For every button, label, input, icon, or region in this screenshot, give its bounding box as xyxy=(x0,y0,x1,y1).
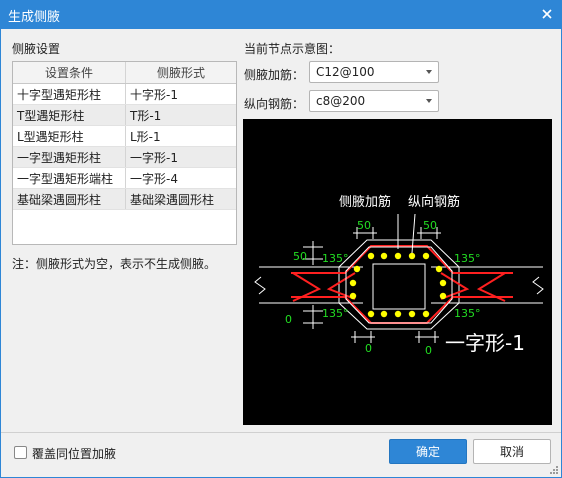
column-header-condition: 设置条件 xyxy=(13,62,126,83)
resize-grip-icon[interactable] xyxy=(549,465,559,475)
dim-0-left: 0 xyxy=(285,313,292,326)
footer-divider xyxy=(1,432,561,433)
cell-form[interactable]: 基础梁遇圆形柱 xyxy=(126,189,236,209)
cell-form[interactable]: 十字形-1 xyxy=(126,84,236,104)
overwrite-checkbox[interactable] xyxy=(14,446,27,459)
chevron-down-icon xyxy=(426,99,432,103)
cancel-button[interactable]: 取消 xyxy=(473,439,551,464)
node-diagram: 侧腋加筋 纵向钢筋 50 50 50 135° 135° 135° 135° 0… xyxy=(243,119,552,425)
dim-50-left: 50 xyxy=(293,250,307,263)
long-rebar-label: 纵向钢筋： xyxy=(244,97,305,111)
side-rebar-select[interactable]: C12@100 xyxy=(309,61,439,83)
table-row[interactable]: L型遇矩形柱 L形-1 xyxy=(13,126,236,147)
label-side-rebar: 侧腋加筋 xyxy=(339,195,392,210)
cell-condition: 一字型遇矩形端柱 xyxy=(13,168,126,188)
cell-condition: 基础梁遇圆形柱 xyxy=(13,189,126,209)
title-bar: 生成侧腋 xyxy=(0,0,562,29)
chevron-down-icon xyxy=(426,70,432,74)
ok-button[interactable]: 确定 xyxy=(389,439,467,464)
side-rebar-label: 侧腋加筋： xyxy=(244,68,305,82)
cell-form[interactable]: 一字形-1 xyxy=(126,147,236,167)
table-header: 设置条件 侧腋形式 xyxy=(13,62,236,84)
dim-0-bottom-right: 0 xyxy=(425,344,432,357)
cell-form[interactable]: 一字形-4 xyxy=(126,168,236,188)
angle-top-right: 135° xyxy=(454,252,481,265)
section-title: 侧腋设置 xyxy=(12,42,61,56)
table-row[interactable]: 一字型遇矩形端柱 一字形-4 xyxy=(13,168,236,189)
cell-condition: T型遇矩形柱 xyxy=(13,105,126,125)
cell-condition: 一字型遇矩形柱 xyxy=(13,147,126,167)
long-rebar-value: c8@200 xyxy=(316,94,366,108)
rule-table: 设置条件 侧腋形式 十字型遇矩形柱 十字形-1 T型遇矩形柱 T形-1 L型遇矩… xyxy=(12,61,237,245)
long-rebar-select[interactable]: c8@200 xyxy=(309,90,439,112)
cell-condition: L型遇矩形柱 xyxy=(13,126,126,146)
diagram-canvas xyxy=(254,213,544,343)
note-text: 注：侧腋形式为空，表示不生成侧腋。 xyxy=(12,257,217,271)
label-long-rebar: 纵向钢筋 xyxy=(408,195,461,210)
table-row[interactable]: T型遇矩形柱 T形-1 xyxy=(13,105,236,126)
dim-50-top-left: 50 xyxy=(357,219,371,232)
table-row[interactable]: 十字型遇矩形柱 十字形-1 xyxy=(13,84,236,105)
dim-50-top-right: 50 xyxy=(423,219,437,232)
table-row[interactable]: 一字型遇矩形柱 一字形-1 xyxy=(13,147,236,168)
dialog-body: 侧腋设置 设置条件 侧腋形式 十字型遇矩形柱 十字形-1 T型遇矩形柱 T形-1… xyxy=(0,29,562,478)
cell-form[interactable]: L形-1 xyxy=(126,126,236,146)
longitudinal-bars xyxy=(349,252,447,318)
cell-form[interactable]: T形-1 xyxy=(126,105,236,125)
side-rebar-value: C12@100 xyxy=(316,65,375,79)
close-icon[interactable] xyxy=(536,3,558,25)
angle-bottom-right: 135° xyxy=(454,307,481,320)
window-title: 生成侧腋 xyxy=(8,10,61,25)
dim-0-bottom-left: 0 xyxy=(365,342,372,355)
diagram-title: 当前节点示意图： xyxy=(244,42,341,56)
shape-name: 一字形-1 xyxy=(445,331,525,355)
angle-top-left: 135° xyxy=(322,252,349,265)
cell-condition: 十字型遇矩形柱 xyxy=(13,84,126,104)
table-row[interactable]: 基础梁遇圆形柱 基础梁遇圆形柱 xyxy=(13,189,236,210)
angle-bottom-left: 135° xyxy=(322,307,349,320)
overwrite-label: 覆盖同位置加腋 xyxy=(32,447,117,461)
column-header-form[interactable]: 侧腋形式 xyxy=(126,62,236,83)
